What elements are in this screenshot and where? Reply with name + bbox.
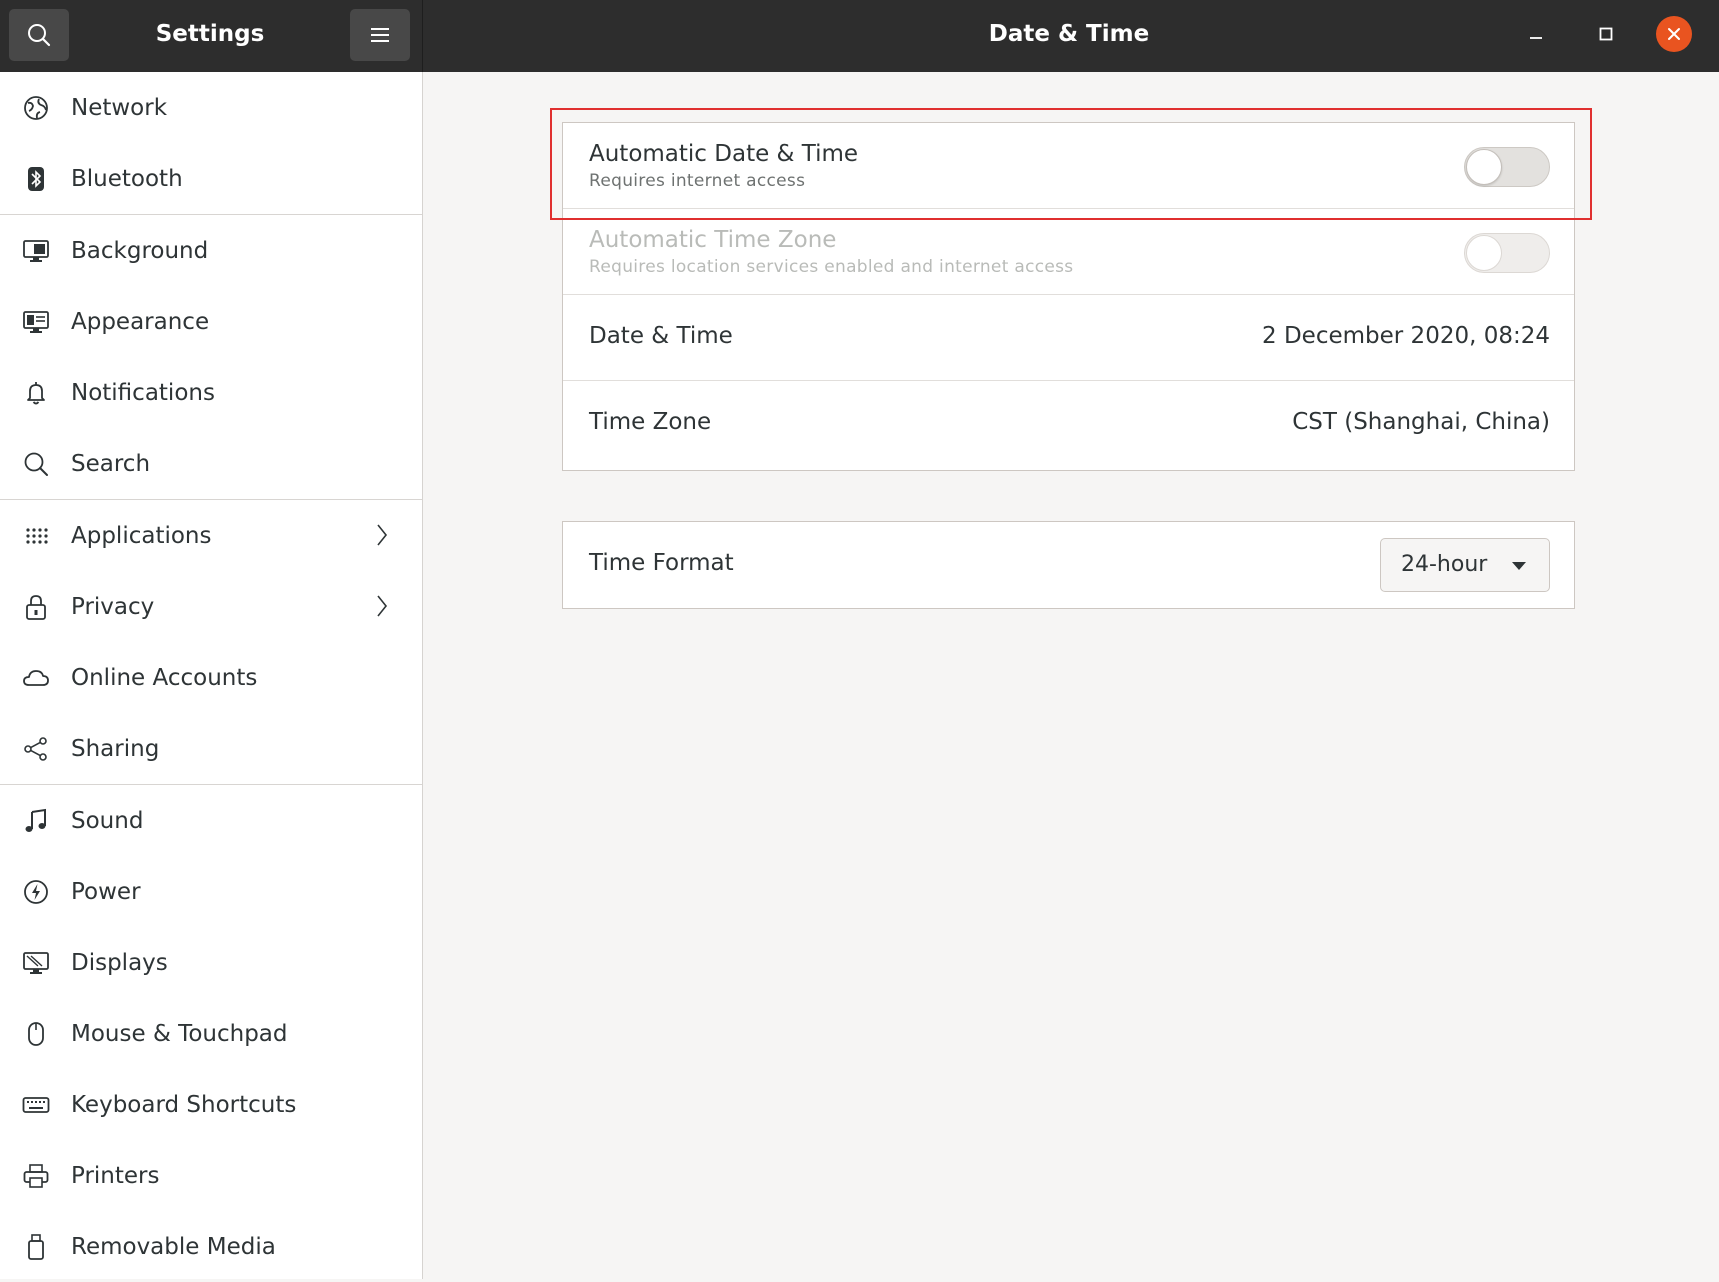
annotation-highlight-box <box>550 108 1592 220</box>
lock-icon <box>22 593 50 621</box>
header-bar: Settings Date & Time <box>0 0 1719 72</box>
sidebar-item-label: Online Accounts <box>71 664 258 691</box>
sidebar-item-label: Privacy <box>71 593 155 620</box>
sidebar-item-label: Mouse & Touchpad <box>71 1020 288 1047</box>
sidebar-item-mouse-touchpad[interactable]: Mouse & Touchpad <box>0 998 422 1069</box>
sidebar-item-search[interactable]: Search <box>0 428 422 499</box>
hamburger-menu-icon <box>371 28 389 42</box>
sidebar-item-label: Notifications <box>71 379 215 406</box>
sidebar-item-label: Bluetooth <box>71 165 183 192</box>
row-subtitle: Requires location services enabled and i… <box>589 257 1074 277</box>
sidebar-item-applications[interactable]: Applications <box>0 500 422 571</box>
sidebar: Network Bluetooth Background Appearance … <box>0 72 423 1279</box>
sidebar-item-bluetooth[interactable]: Bluetooth <box>0 143 422 214</box>
sidebar-item-label: Removable Media <box>71 1233 276 1260</box>
sidebar-item-label: Appearance <box>71 308 210 335</box>
sidebar-item-sound[interactable]: Sound <box>0 785 422 856</box>
maximize-icon <box>1599 27 1613 41</box>
app-title: Settings <box>155 21 265 47</box>
search-button[interactable] <box>9 9 69 61</box>
sidebar-item-network[interactable]: Network <box>0 72 422 143</box>
apps-grid-icon <box>22 522 50 550</box>
maximize-button[interactable] <box>1588 16 1624 52</box>
sidebar-item-label: Network <box>71 94 168 121</box>
automatic-time-zone-switch <box>1464 233 1550 273</box>
sidebar-item-background[interactable]: Background <box>0 215 422 286</box>
music-note-icon <box>22 807 50 835</box>
sidebar-item-label: Displays <box>71 949 168 976</box>
dropdown-value: 24-hour <box>1401 552 1488 577</box>
chevron-right-icon <box>377 595 388 617</box>
time-zone-value: CST (Shanghai, China) <box>1292 409 1550 435</box>
share-icon <box>22 735 50 763</box>
bell-icon <box>22 379 50 407</box>
bluetooth-icon <box>22 165 50 193</box>
usb-drive-icon <box>22 1233 50 1261</box>
sidebar-item-label: Sound <box>71 807 144 834</box>
sidebar-item-label: Applications <box>71 522 212 549</box>
sidebar-item-displays[interactable]: Displays <box>0 927 422 998</box>
minimize-icon <box>1530 37 1542 39</box>
row-title: Date & Time <box>589 323 733 349</box>
automatic-time-zone-row: Automatic Time Zone Requires location se… <box>563 209 1574 295</box>
keyboard-icon <box>22 1091 50 1119</box>
search-icon <box>22 450 50 478</box>
sidebar-item-notifications[interactable]: Notifications <box>0 357 422 428</box>
sidebar-item-label: Power <box>71 878 141 905</box>
appearance-icon <box>22 308 50 336</box>
sidebar-item-keyboard-shortcuts[interactable]: Keyboard Shortcuts <box>0 1069 422 1140</box>
sidebar-item-privacy[interactable]: Privacy <box>0 571 422 642</box>
sidebar-item-online-accounts[interactable]: Online Accounts <box>0 642 422 713</box>
sidebar-item-label: Printers <box>71 1162 160 1189</box>
date-time-value: 2 December 2020, 08:24 <box>1262 323 1550 349</box>
chevron-right-icon <box>377 524 388 546</box>
sidebar-item-label: Sharing <box>71 735 160 762</box>
sidebar-item-appearance[interactable]: Appearance <box>0 286 422 357</box>
time-format-panel: Time Format 24-hour <box>562 521 1575 609</box>
row-title: Time Zone <box>589 409 712 435</box>
sidebar-item-label: Search <box>71 450 151 477</box>
date-time-row[interactable]: Date & Time 2 December 2020, 08:24 <box>563 295 1574 381</box>
power-icon <box>22 878 50 906</box>
row-title: Time Format <box>589 550 734 576</box>
display-icon <box>22 949 50 977</box>
time-format-dropdown[interactable]: 24-hour <box>1380 538 1550 592</box>
cloud-icon <box>22 664 50 692</box>
background-icon <box>22 237 50 265</box>
close-button[interactable] <box>1656 16 1692 52</box>
sidebar-item-power[interactable]: Power <box>0 856 422 927</box>
dropdown-arrow-icon <box>1512 562 1526 570</box>
search-icon <box>28 24 51 47</box>
menu-button[interactable] <box>350 9 410 61</box>
sidebar-item-label: Keyboard Shortcuts <box>71 1091 297 1118</box>
sidebar-item-removable-media[interactable]: Removable Media <box>0 1211 422 1282</box>
close-icon <box>1668 28 1680 40</box>
sidebar-item-label: Background <box>71 237 209 264</box>
network-icon <box>22 94 50 122</box>
minimize-button[interactable] <box>1518 16 1554 52</box>
row-title: Automatic Time Zone <box>589 227 837 253</box>
sidebar-item-sharing[interactable]: Sharing <box>0 713 422 784</box>
sidebar-item-printers[interactable]: Printers <box>0 1140 422 1211</box>
mouse-icon <box>22 1020 50 1048</box>
printer-icon <box>22 1162 50 1190</box>
time-zone-row[interactable]: Time Zone CST (Shanghai, China) <box>563 381 1574 467</box>
time-format-row: Time Format 24-hour <box>563 522 1574 608</box>
switch-knob <box>1466 235 1502 271</box>
